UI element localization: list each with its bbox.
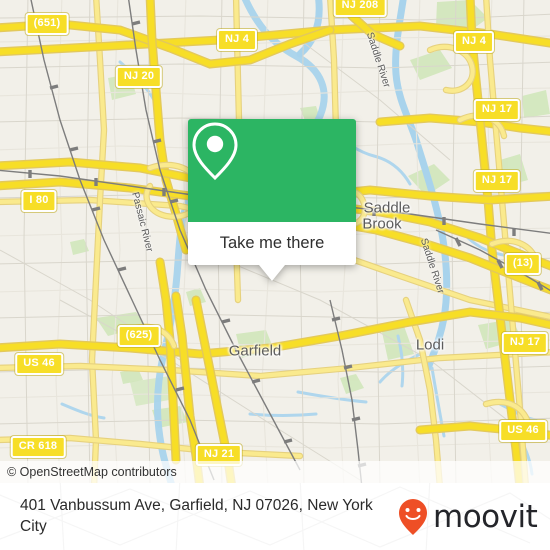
road-shield[interactable]: NJ 17 (473, 99, 521, 121)
road-shield[interactable]: NJ 4 (453, 31, 495, 53)
place-label-lodi: Lodi (415, 336, 445, 354)
bottom-bar: 401 Vanbussum Ave, Garfield, NJ 07026, N… (0, 483, 550, 550)
road-shield[interactable]: US 46 (499, 420, 547, 442)
road-shield[interactable]: NJ 17 (501, 332, 549, 354)
callout-pointer (259, 265, 285, 281)
road-shield[interactable]: NJ 17 (473, 170, 521, 192)
moovit-logo[interactable]: moovit (395, 497, 538, 537)
place-label-garfield: Garfield (228, 342, 282, 360)
attribution-text: © OpenStreetMap contributors (7, 465, 177, 479)
place-label-saddle-brook: Brook (362, 215, 402, 233)
road-shield[interactable]: NJ 4 (216, 29, 258, 51)
road-shield[interactable]: NJ 208 (333, 0, 387, 17)
address-text: 401 Vanbussum Ave, Garfield, NJ 07026, N… (20, 496, 373, 535)
road-shield[interactable]: NJ 20 (115, 66, 163, 88)
place-label-saddle-brook: Saddle (363, 199, 411, 217)
road-shield[interactable]: I 80 (21, 190, 57, 212)
road-shield[interactable]: CR 618 (10, 436, 66, 458)
screenshot-root: .cas{fill:none;stroke:#E8E5DC;stroke-wid… (0, 0, 550, 550)
location-callout[interactable]: Take me there (188, 119, 356, 281)
take-me-there-label: Take me there (219, 234, 325, 252)
map-attribution: © OpenStreetMap contributors (0, 461, 550, 483)
moovit-pin-smiley-icon (399, 498, 427, 535)
road-shield[interactable]: (625) (117, 325, 161, 347)
road-shield[interactable]: (651) (25, 13, 69, 35)
callout-header (188, 119, 356, 222)
map-canvas[interactable]: .cas{fill:none;stroke:#E8E5DC;stroke-wid… (0, 0, 550, 483)
take-me-there-button[interactable]: Take me there (188, 222, 356, 265)
road-shield[interactable]: US 46 (15, 353, 63, 375)
road-shield[interactable]: (13) (504, 253, 542, 275)
map-pin-icon (192, 122, 238, 181)
moovit-wordmark: moovit (433, 498, 538, 535)
